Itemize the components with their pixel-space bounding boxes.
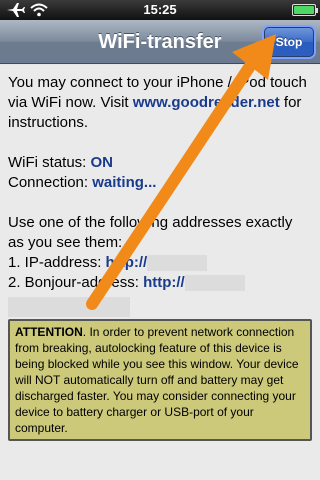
intro-line-2-suffix: for xyxy=(279,94,302,111)
addresses-line-1: Use one of the following addresses exact… xyxy=(8,214,293,231)
battery-icon xyxy=(292,4,318,16)
status-bar: 15:25 xyxy=(0,0,320,20)
redacted-bonjour-continuation xyxy=(8,297,130,317)
ip-address-value: http:// xyxy=(105,254,148,271)
wifi-status-row: WiFi status: ON xyxy=(8,153,312,173)
ip-address-label: 1. IP-address: xyxy=(8,254,106,271)
bonjour-address-value: http:// xyxy=(143,274,185,291)
attention-text: . In order to prevent network connection… xyxy=(15,325,299,435)
intro-line-1: You may connect to your iPhone / iPod to… xyxy=(8,74,307,91)
ip-address-row: 1. IP-address: http:// xyxy=(8,253,312,273)
connection-value: waiting... xyxy=(92,174,157,191)
attention-box: ATTENTION. In order to prevent network c… xyxy=(8,319,312,441)
bonjour-address-label: 2. Bonjour-address: xyxy=(8,274,144,291)
attention-heading: ATTENTION xyxy=(15,325,83,339)
addresses-line-2: as you see them: xyxy=(8,234,123,251)
wifi-status-label: WiFi status: xyxy=(8,154,91,171)
connection-row: Connection: waiting... xyxy=(8,173,312,193)
intro-line-2-prefix: via WiFi now. Visit xyxy=(8,94,133,111)
bonjour-address-row: 2. Bonjour-address: http:// xyxy=(8,273,312,293)
stop-button[interactable]: Stop xyxy=(264,27,314,57)
addresses-instructions: Use one of the following addresses exact… xyxy=(8,213,312,253)
goodreader-link[interactable]: www.goodreader.net xyxy=(133,94,280,111)
battery-level xyxy=(294,6,314,14)
redacted-ip xyxy=(147,255,208,272)
wifi-status-value: ON xyxy=(90,154,114,171)
redacted-bonjour xyxy=(184,275,245,292)
status-time: 15:25 xyxy=(143,2,177,17)
wifi-transfer-content: You may connect to your iPhone / iPod to… xyxy=(0,65,320,480)
intro-text: You may connect to your iPhone / iPod to… xyxy=(8,73,312,133)
intro-line-3: instructions. xyxy=(8,114,89,131)
connection-label: Connection: xyxy=(8,174,93,191)
navigation-bar: WiFi-transfer Stop xyxy=(0,20,320,64)
